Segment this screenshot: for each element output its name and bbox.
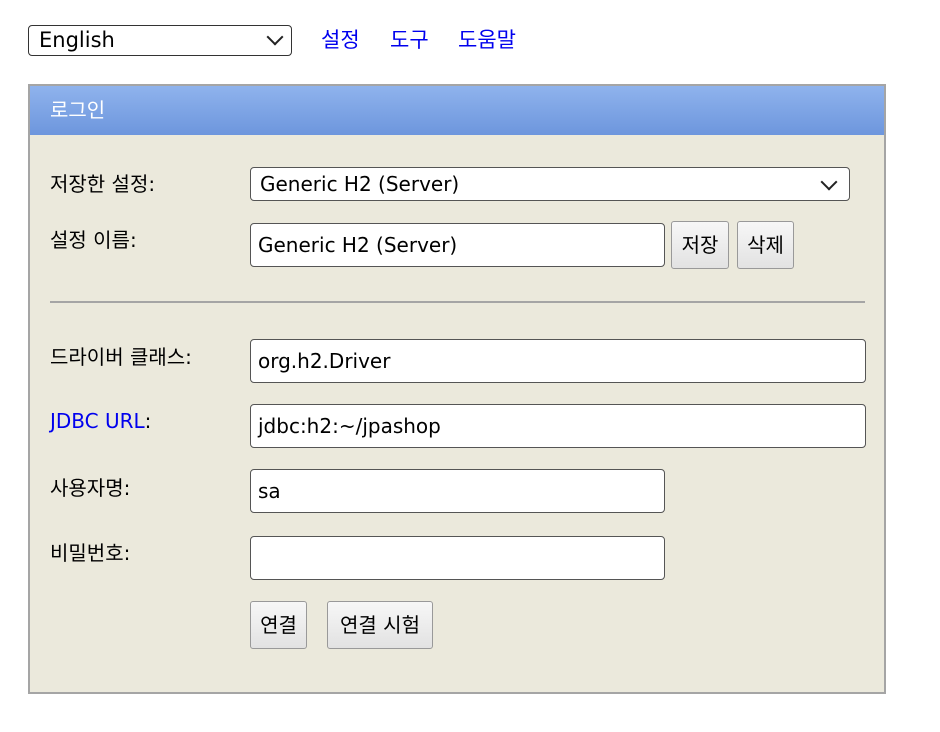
test-connection-button[interactable]: 연결 시험 — [327, 601, 433, 649]
saved-settings-value: Generic H2 (Server) — [260, 172, 460, 196]
setting-name-input[interactable]: Generic H2 (Server) — [250, 223, 665, 267]
username-label: 사용자명: — [50, 476, 131, 500]
jdbc-url-colon: : — [144, 409, 152, 433]
password-label: 비밀번호: — [50, 541, 131, 565]
login-panel-title: 로그인 — [30, 86, 884, 135]
saved-settings-label: 저장한 설정: — [50, 172, 156, 196]
jdbc-url-input[interactable]: jdbc:h2:~/jpashop — [250, 404, 866, 448]
password-input[interactable] — [250, 536, 665, 580]
divider — [50, 301, 865, 303]
top-bar: English 설정 도구 도움말 — [28, 25, 628, 59]
chevron-down-icon — [820, 173, 838, 191]
setting-name-label: 설정 이름: — [50, 228, 137, 252]
language-select[interactable]: English — [28, 25, 292, 56]
save-button[interactable]: 저장 — [671, 221, 729, 269]
username-input[interactable]: sa — [250, 469, 665, 513]
jdbc-url-label: JDBC URL: — [50, 407, 151, 435]
language-select-value: English — [39, 28, 115, 52]
help-link[interactable]: 도움말 — [458, 25, 516, 56]
tools-link[interactable]: 도구 — [390, 25, 429, 56]
driver-class-input[interactable]: org.h2.Driver — [250, 339, 866, 383]
jdbc-url-help-link[interactable]: JDBC URL — [50, 409, 145, 433]
settings-link[interactable]: 설정 — [321, 25, 360, 56]
delete-button[interactable]: 삭제 — [737, 221, 794, 269]
connect-button[interactable]: 연결 — [250, 601, 307, 649]
saved-settings-select[interactable]: Generic H2 (Server) — [250, 167, 850, 201]
chevron-down-icon — [266, 28, 284, 46]
driver-class-label: 드라이버 클래스: — [50, 345, 192, 369]
login-panel: 로그인 저장한 설정: Generic H2 (Server) 설정 이름: G… — [28, 84, 886, 694]
